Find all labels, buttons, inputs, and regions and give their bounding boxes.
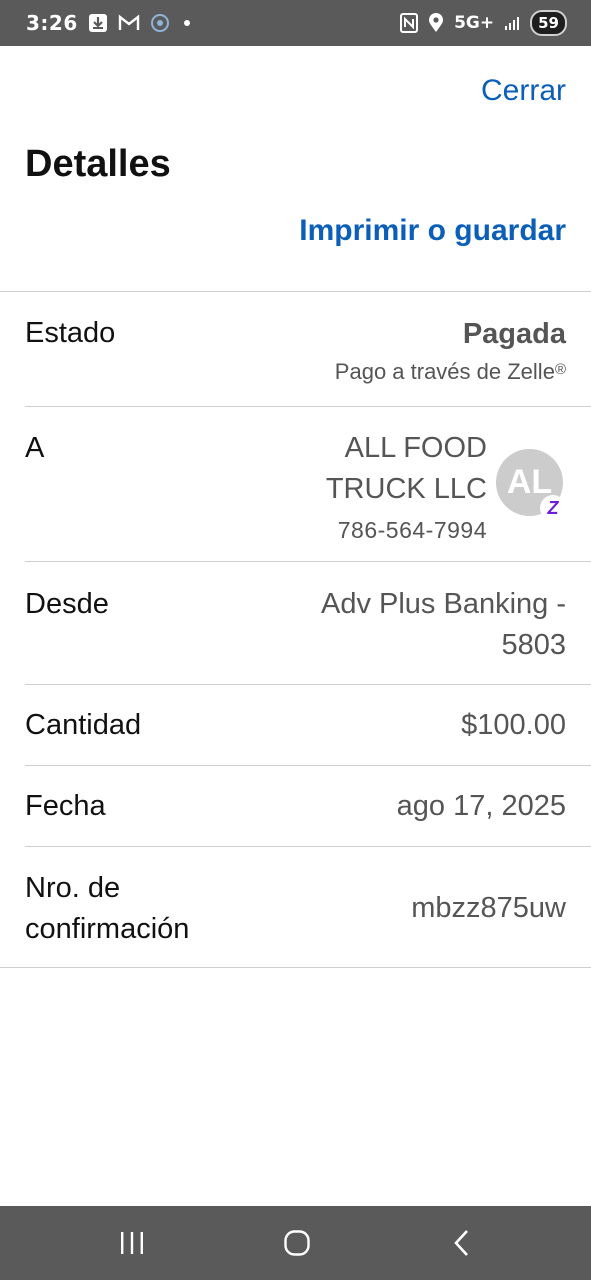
from-account: Adv Plus Banking - 5803: [320, 588, 566, 661]
status-left: 3:26: [26, 11, 190, 35]
date-value: ago 17, 2025: [396, 790, 566, 822]
recipient-label: A: [25, 432, 45, 464]
divider: [25, 846, 591, 847]
amount-label: Cantidad: [25, 709, 142, 741]
divider: [25, 561, 591, 562]
status-label: Estado: [25, 317, 116, 349]
network-type: 5G+: [454, 13, 495, 33]
download-icon: [88, 13, 108, 33]
zelle-badge-icon: Z: [540, 495, 566, 521]
from-label: Desde: [25, 588, 109, 620]
payment-method-text: Pago a través de Zelle: [334, 359, 555, 384]
battery-level: 59: [530, 10, 567, 36]
recipient-name: ALL FOOD TRUCK LLC: [325, 432, 487, 505]
status-value-block: Pagada Pago a través de Zelle®: [335, 314, 566, 387]
home-icon[interactable]: [277, 1223, 317, 1263]
status-bar: 3:26 5G+ 59: [0, 0, 591, 46]
divider: [0, 967, 591, 968]
status-time: 3:26: [26, 11, 78, 35]
sync-icon: [150, 13, 170, 33]
close-button[interactable]: Cerrar: [481, 74, 566, 108]
back-icon[interactable]: [442, 1223, 482, 1263]
date-label: Fecha: [25, 790, 106, 822]
status-value: Pagada: [462, 318, 566, 350]
dot-icon: [183, 20, 190, 26]
divider: [0, 291, 591, 292]
recipient-block: ALL FOOD TRUCK LLC 786-564-7994: [287, 428, 487, 546]
gmail-icon: [118, 14, 140, 32]
confirmation-number: mbzz875uw: [411, 892, 566, 924]
location-icon: [428, 13, 444, 33]
payment-method: Pago a través de Zelle®: [335, 357, 566, 387]
recent-apps-icon[interactable]: [112, 1223, 152, 1263]
divider: [25, 684, 591, 685]
navigation-bar: [0, 1206, 591, 1280]
status-right: 5G+ 59: [400, 10, 567, 36]
recipient-phone: 786-564-7994: [337, 517, 487, 543]
print-or-save-button[interactable]: Imprimir o guardar: [299, 214, 566, 248]
confirmation-label: Nro. de confirmación: [25, 872, 190, 945]
divider: [25, 765, 591, 766]
nfc-icon: [400, 13, 419, 33]
amount-value: $100.00: [461, 709, 566, 741]
divider: [25, 406, 591, 407]
registered-mark: ®: [554, 361, 566, 378]
page-title: Detalles: [25, 143, 171, 185]
signal-icon: [504, 15, 520, 31]
